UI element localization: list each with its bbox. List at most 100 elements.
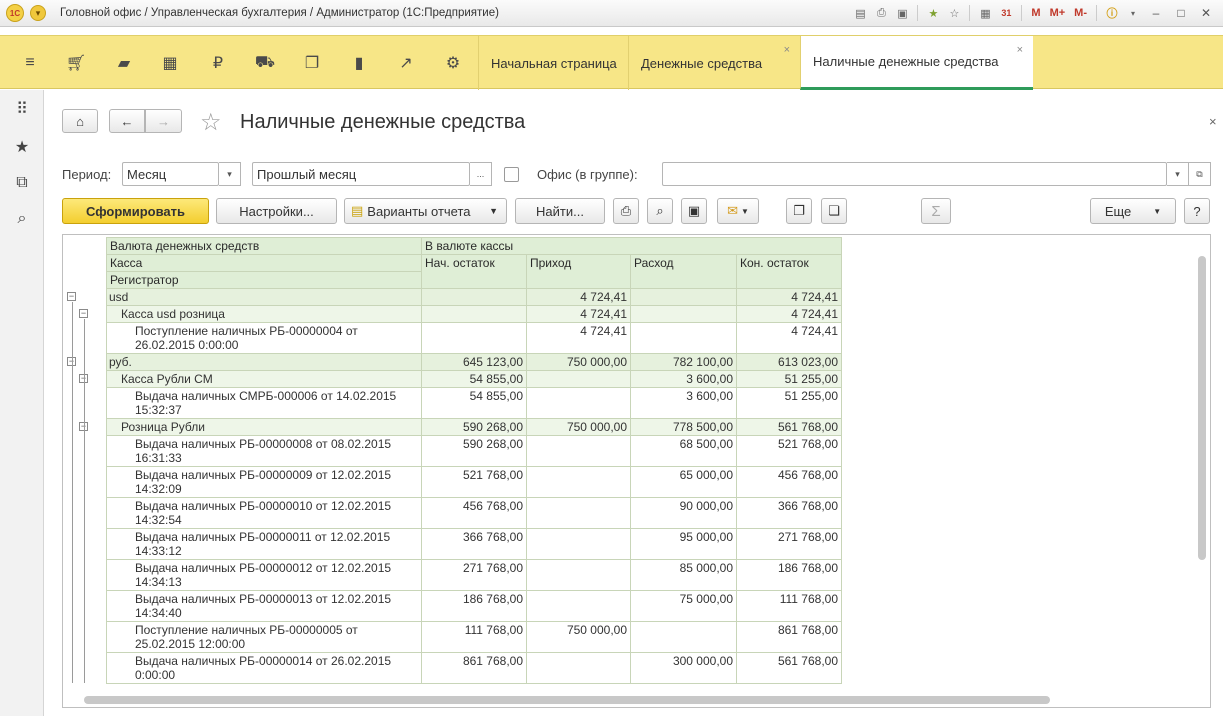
row-name: Выдача наличных РБ-00000012 от 12.02.201… xyxy=(106,559,422,591)
table-row[interactable]: руб. 645 123,00 750 000,00 782 100,00 613 02… xyxy=(106,353,842,371)
vertical-scrollbar[interactable] xyxy=(1196,254,1208,680)
table-row[interactable]: Выдача наличных РБ-00000008 от 08.02.201… xyxy=(106,435,842,467)
forward-button[interactable]: → xyxy=(145,109,182,133)
cart-icon[interactable]: 🛒︎ xyxy=(56,36,96,90)
paste-icon[interactable]: ❏ xyxy=(821,198,847,224)
row-cell xyxy=(421,288,527,306)
open-icon[interactable]: ⧉ xyxy=(1189,162,1211,186)
period-type-field[interactable]: Месяц xyxy=(122,162,219,186)
info-icon[interactable]: ⓘ xyxy=(1103,4,1121,22)
table-row[interactable]: Выдача наличных РБ-00000014 от 26.02.201… xyxy=(106,652,842,684)
copy-icon[interactable]: ❐ xyxy=(786,198,812,224)
row-name: Выдача наличных РБ-00000010 от 12.02.201… xyxy=(106,497,422,529)
office-field[interactable] xyxy=(662,162,1167,186)
row-cell xyxy=(421,322,527,354)
mail-button[interactable]: ✉ ▼ xyxy=(717,198,759,224)
main-menu-icon[interactable]: ▾ xyxy=(30,5,46,21)
table-row[interactable]: Поступление наличных РБ-00000004 от 26.02… xyxy=(106,322,842,354)
table-row[interactable]: usd 4 724,41 4 724,41 xyxy=(106,288,842,306)
calculator-icon[interactable]: ▦ xyxy=(976,4,994,22)
save-icon[interactable]: ▤ xyxy=(851,4,869,22)
office-checkbox[interactable] xyxy=(504,167,519,182)
home-button[interactable]: ⌂ xyxy=(62,109,98,133)
report-variants-button[interactable]: ▤ Варианты отчета ▼ xyxy=(344,198,507,224)
apps-icon[interactable]: ⠿ xyxy=(0,94,44,124)
left-panel: ⠿ ★ ⧉ ⌕ xyxy=(0,90,44,716)
chevron-down-icon[interactable]: ▾ xyxy=(1167,162,1189,186)
favorites-icon[interactable]: ★ xyxy=(0,132,44,162)
close-window-button[interactable]: ✕ xyxy=(1195,4,1217,22)
tab-home[interactable]: Начальная страница xyxy=(478,36,628,90)
table-row[interactable]: Касса Рубли СМ 54 855,00 3 600,00 51 255,00 xyxy=(106,370,842,388)
tab-cash[interactable]: Денежные средства × xyxy=(628,36,800,90)
minimize-button[interactable]: – xyxy=(1145,4,1167,22)
table-row[interactable]: Выдача наличных РБ-00000012 от 12.02.201… xyxy=(106,559,842,591)
row-cell: 4 724,41 xyxy=(526,305,631,323)
ellipsis-button[interactable]: ... xyxy=(470,162,492,186)
print-icon[interactable]: ⎙ xyxy=(872,4,890,22)
trend-icon[interactable]: ↗ xyxy=(386,36,426,90)
table-row[interactable]: Выдача наличных СМРБ-000006 от 14.02.201… xyxy=(106,387,842,419)
window-title: Головной офис / Управленческая бухгалтер… xyxy=(60,7,499,19)
truck-icon[interactable]: ⛟ xyxy=(245,36,285,90)
sum-button[interactable]: Σ xyxy=(921,198,951,224)
save-icon[interactable]: ▣ xyxy=(681,198,707,224)
search-icon[interactable]: ⌕ xyxy=(0,204,44,234)
chevron-down-icon[interactable]: ▾ xyxy=(219,162,241,186)
help-button[interactable]: ? xyxy=(1184,198,1210,224)
period-value-field[interactable]: Прошлый месяц xyxy=(252,162,470,186)
back-button[interactable]: ← xyxy=(109,109,145,133)
menu-icon[interactable]: ≡ xyxy=(10,36,50,90)
close-page-button[interactable]: × xyxy=(1209,114,1217,129)
close-icon[interactable]: × xyxy=(1017,44,1023,56)
table-row[interactable]: Выдача наличных РБ-00000009 от 12.02.201… xyxy=(106,466,842,498)
table-row[interactable]: Поступление наличных РБ-00000005 от 25.02… xyxy=(106,621,842,653)
row-name-time: 26.02.2015 0:00:00 xyxy=(135,338,239,352)
table-row[interactable]: Розница Рубли 590 268,00 750 000,00 778 500… xyxy=(106,418,842,436)
envelope-icon: ✉ xyxy=(727,203,738,218)
settings-button[interactable]: Настройки... xyxy=(216,198,337,224)
row-name-text: Розница Рубли xyxy=(121,420,205,434)
documents-icon[interactable]: ❐ xyxy=(292,36,332,90)
print-icon[interactable]: ⎙ xyxy=(613,198,639,224)
close-icon[interactable]: × xyxy=(784,44,790,56)
table-row[interactable]: Выдача наличных РБ-00000010 от 12.02.201… xyxy=(106,497,842,529)
preview-icon[interactable]: ▣ xyxy=(893,4,911,22)
tab-label: Начальная страница xyxy=(491,55,617,71)
row-cell: 51 255,00 xyxy=(736,387,842,419)
page-title: Наличные денежные средства xyxy=(240,111,526,133)
gear-icon[interactable]: ⚙ xyxy=(433,36,473,90)
collapse-toggle-icon[interactable]: − xyxy=(79,309,88,318)
memory-mminus-button[interactable]: M- xyxy=(1071,4,1090,22)
more-button[interactable]: Еще ▼ xyxy=(1090,198,1176,224)
memory-mplus-button[interactable]: M+ xyxy=(1047,4,1069,22)
maximize-button[interactable]: □ xyxy=(1170,4,1192,22)
collapse-toggle-icon[interactable]: − xyxy=(67,292,76,301)
row-cell: 111 768,00 xyxy=(421,621,527,653)
favorite-add-icon[interactable]: ★ xyxy=(924,4,942,22)
find-button[interactable]: Найти... xyxy=(515,198,605,224)
documents-icon: ▤ xyxy=(351,203,364,218)
calendar-icon[interactable]: 31 xyxy=(997,4,1015,22)
preview-icon[interactable]: ⌕ xyxy=(647,198,673,224)
report-table: Валюта денежных средств В валюте кассы К… xyxy=(106,237,842,684)
memory-m-button[interactable]: M xyxy=(1028,4,1043,22)
tab-cash-money[interactable]: Наличные денежные средства × xyxy=(800,36,1033,90)
table-row[interactable]: Касса usd розница 4 724,41 4 724,41 xyxy=(106,305,842,323)
chevron-down-icon[interactable]: ▾ xyxy=(1124,4,1142,22)
money-icon[interactable]: ₽ xyxy=(198,36,238,90)
star-icon[interactable]: ☆ xyxy=(945,4,963,22)
grid-icon[interactable]: ▦ xyxy=(150,36,190,90)
generate-button[interactable]: Сформировать xyxy=(62,198,209,224)
row-cell: 750 000,00 xyxy=(526,418,631,436)
table-row[interactable]: Выдача наличных РБ-00000011 от 12.02.201… xyxy=(106,528,842,560)
horizontal-scrollbar[interactable] xyxy=(84,696,1050,704)
table-row[interactable]: Выдача наличных РБ-00000013 от 12.02.201… xyxy=(106,590,842,622)
bar-chart-icon[interactable]: ▮ xyxy=(339,36,379,90)
history-icon[interactable]: ⧉ xyxy=(0,168,44,198)
bag-icon[interactable]: ▰ xyxy=(104,36,144,90)
row-cell: 271 768,00 xyxy=(736,528,842,560)
favorite-star-icon[interactable]: ☆ xyxy=(200,108,222,137)
scroll-thumb[interactable] xyxy=(1198,256,1206,560)
row-name-text: Выдача наличных РБ-00000012 от 12.02.201… xyxy=(135,561,392,575)
